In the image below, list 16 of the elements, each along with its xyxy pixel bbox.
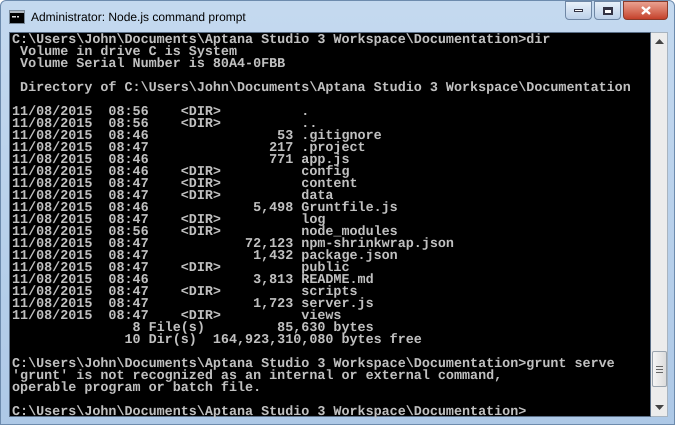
scroll-thumb[interactable] xyxy=(652,351,666,387)
scroll-down-icon[interactable] xyxy=(654,405,664,410)
console-line: operable program or batch file. xyxy=(12,383,262,395)
maximize-button[interactable] xyxy=(594,1,621,20)
close-button[interactable] xyxy=(623,1,668,20)
console-line: Volume Serial Number is 80A4-0FBB xyxy=(19,59,286,71)
close-icon xyxy=(640,6,650,15)
window-title: Administrator: Node.js command prompt xyxy=(31,8,246,26)
console-line: 8 File(s) 85,630 bytes xyxy=(132,323,374,335)
console-line: 10 Dir(s) 164,923,310,080 bytes free xyxy=(123,335,423,347)
scrollbar[interactable] xyxy=(651,32,668,417)
console-line: C:\Users\John\Documents\Aptana Studio 3 Workspace\Documentation>dir xyxy=(12,35,552,47)
console-line: Directory of C:\Users\John\Documents\Aptana Studio 3 Workspace\Documentation xyxy=(19,83,632,95)
scroll-up-icon[interactable] xyxy=(654,39,664,44)
minimize-button[interactable] xyxy=(565,1,592,20)
console-app-icon xyxy=(9,10,25,24)
